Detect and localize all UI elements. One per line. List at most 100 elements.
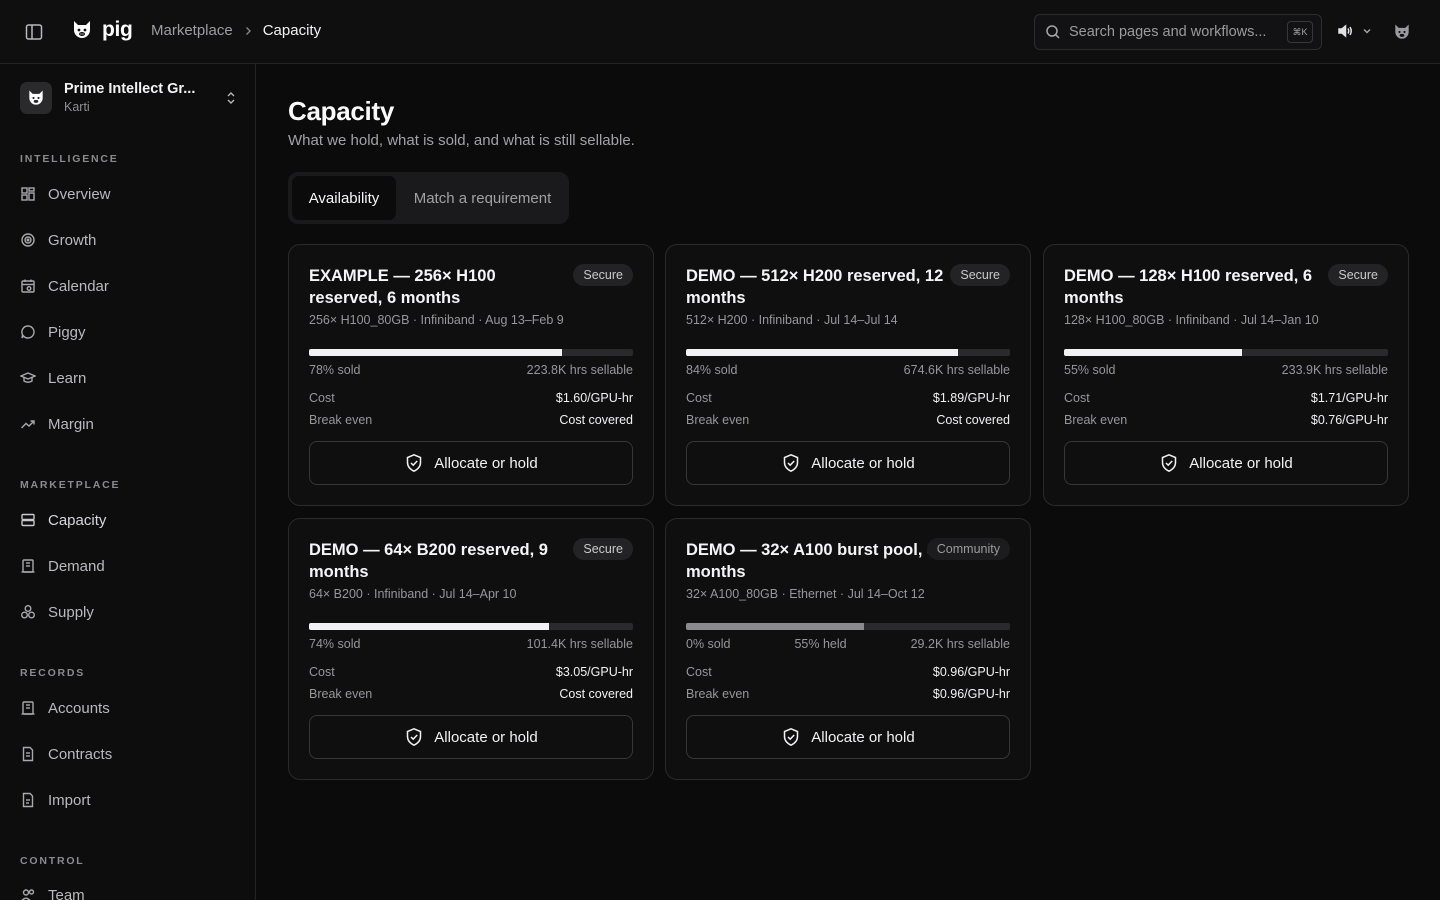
card-spec: 256× H100_80GB · Infiniband · Aug 13–Feb… [309, 313, 564, 327]
section-label-control: CONTROL [20, 855, 85, 867]
sold-label: 55% sold [1064, 363, 1116, 377]
trending-up-icon [20, 416, 36, 432]
breadcrumb-marketplace[interactable]: Marketplace [151, 22, 233, 39]
file-import-icon [20, 792, 36, 808]
card-title: EXAMPLE — 256× H100 reserved, 6 months [309, 267, 496, 307]
brand[interactable]: pig [70, 18, 133, 42]
search-box[interactable]: ⌘K [1034, 14, 1322, 50]
sidebar-item-label: Demand [48, 557, 105, 575]
break-even-key: Break even [686, 413, 750, 427]
sold-label: 0% sold [686, 637, 731, 651]
org-switcher[interactable]: Prime Intellect Gr... Karti [20, 81, 238, 115]
capacity-card: EXAMPLE — 256× H100 reserved, 6 months S… [288, 244, 654, 506]
allocate-button[interactable]: Allocate or hold [309, 441, 633, 485]
cost-key: Cost [1064, 391, 1090, 405]
sidebar-item-supply[interactable]: Supply [12, 594, 244, 630]
card-title: DEMO — 128× H100 reserved, 6 months [1064, 267, 1313, 307]
building-icon [20, 700, 36, 716]
capacity-card: DEMO — 32× A100 burst pool, 3 months Com… [665, 518, 1031, 780]
chevron-up-down-icon [224, 91, 238, 105]
sound-toggle[interactable] [1336, 22, 1372, 40]
sidebar-item-overview[interactable]: Overview [12, 176, 244, 212]
sold-progress-bar [309, 623, 633, 630]
cost-value: $1.71/GPU-hr [1310, 391, 1388, 405]
section-label-marketplace: MARKETPLACE [20, 479, 121, 491]
breadcrumb: Marketplace Capacity [151, 22, 321, 39]
allocate-button-label: Allocate or hold [811, 454, 915, 472]
sidebar-item-calendar[interactable]: Calendar [12, 268, 244, 304]
sold-progress-bar [686, 349, 1010, 356]
sidebar-item-import[interactable]: Import [12, 782, 244, 818]
sold-label: 84% sold [686, 363, 738, 377]
shield-check-icon [781, 453, 801, 473]
search-icon [1045, 24, 1061, 40]
card-title: DEMO — 512× H200 reserved, 12 months [686, 267, 944, 307]
sold-progress-bar [1064, 349, 1388, 356]
view-tabs: Availability Match a requirement [288, 172, 569, 224]
tab-match-requirement[interactable]: Match a requirement [400, 176, 565, 220]
cost-value: $0.96/GPU-hr [932, 665, 1010, 679]
boxes-icon [20, 604, 36, 620]
target-icon [20, 232, 36, 248]
chevron-down-icon [1362, 26, 1372, 36]
org-user: Karti [64, 100, 90, 114]
tab-availability[interactable]: Availability [292, 176, 396, 220]
allocate-button[interactable]: Allocate or hold [309, 715, 633, 759]
speaker-icon [1336, 22, 1354, 40]
sidebar-item-capacity[interactable]: Capacity [12, 502, 244, 538]
card-title: DEMO — 64× B200 reserved, 9 months [309, 541, 548, 581]
sidebar-item-team[interactable]: Team [12, 877, 244, 900]
sidebar-item-accounts[interactable]: Accounts [12, 690, 244, 726]
page-title: Capacity [288, 96, 394, 126]
section-label-intelligence: INTELLIGENCE [20, 153, 119, 165]
break-even-value: $0.96/GPU-hr [932, 687, 1010, 701]
sidebar-item-demand[interactable]: Demand [12, 548, 244, 584]
cost-value: $1.89/GPU-hr [932, 391, 1010, 405]
shield-check-icon [781, 727, 801, 747]
section-label-records: RECORDS [20, 667, 86, 679]
graduation-cap-icon [20, 370, 36, 386]
card-spec: 128× H100_80GB · Infiniband · Jul 14–Jan… [1064, 313, 1319, 327]
breadcrumb-capacity: Capacity [262, 22, 322, 39]
sidebar-item-label: Import [48, 791, 91, 809]
page-subtitle: What we hold, what is sold, and what is … [288, 132, 635, 149]
allocate-button-label: Allocate or hold [434, 728, 538, 746]
tier-badge: Secure [573, 264, 633, 286]
sidebar-item-label: Contracts [48, 745, 113, 763]
sidebar-item-learn[interactable]: Learn [12, 360, 244, 396]
shield-check-icon [404, 453, 424, 473]
user-avatar-icon[interactable] [1392, 22, 1412, 42]
chevron-right-icon [243, 26, 253, 36]
allocate-button-label: Allocate or hold [1189, 454, 1293, 472]
break-even-value: Cost covered [559, 413, 633, 427]
pig-logo-icon [70, 18, 94, 42]
break-even-key: Break even [1064, 413, 1128, 427]
sidebar-item-piggy[interactable]: Piggy [12, 314, 244, 350]
allocate-button[interactable]: Allocate or hold [686, 441, 1010, 485]
cost-key: Cost [686, 665, 712, 679]
allocate-button[interactable]: Allocate or hold [1064, 441, 1388, 485]
held-label: 55% held [794, 637, 847, 651]
users-icon [20, 887, 36, 900]
sold-progress-fill [1064, 349, 1243, 356]
sidebar-item-label: Team [48, 886, 85, 900]
sidebar-item-contracts[interactable]: Contracts [12, 736, 244, 772]
sold-label: 78% sold [309, 363, 361, 377]
main-content: Capacity What we hold, what is sold, and… [256, 64, 1440, 900]
cost-key: Cost [309, 391, 335, 405]
chat-bubble-icon [20, 324, 36, 340]
sold-progress-bar [309, 349, 633, 356]
sold-progress-fill [686, 349, 959, 356]
sidebar-item-margin[interactable]: Margin [12, 406, 244, 442]
sidebar-toggle-icon[interactable] [22, 20, 46, 44]
allocate-button[interactable]: Allocate or hold [686, 715, 1010, 759]
tier-badge: Secure [1328, 264, 1388, 286]
tier-badge: Secure [950, 264, 1010, 286]
search-input[interactable] [1069, 24, 1279, 40]
sidebar: Prime Intellect Gr... Karti INTELLIGENCE… [0, 64, 256, 900]
sidebar-item-growth[interactable]: Growth [12, 222, 244, 258]
sold-progress-fill [309, 349, 562, 356]
sidebar-item-label: Overview [48, 185, 111, 203]
cost-value: $3.05/GPU-hr [555, 665, 633, 679]
card-spec: 512× H200 · Infiniband · Jul 14–Jul 14 [686, 313, 898, 327]
